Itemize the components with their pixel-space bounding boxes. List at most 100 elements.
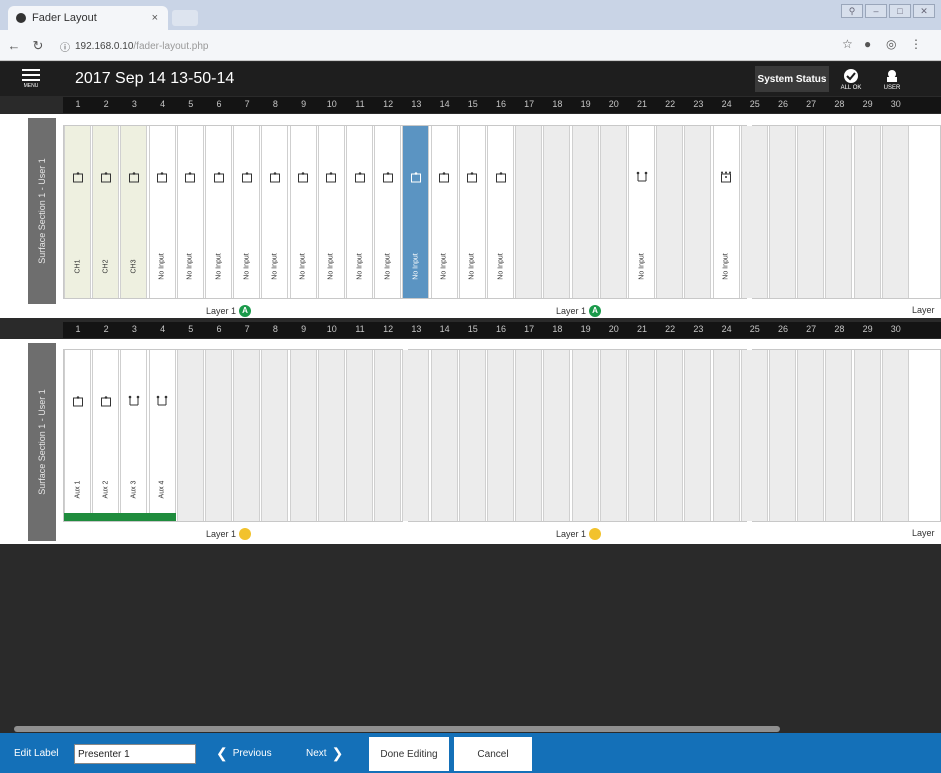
empty-fader-slot[interactable] <box>430 350 458 521</box>
empty-fader-slot[interactable] <box>797 350 825 521</box>
empty-fader-slot[interactable] <box>740 126 768 298</box>
empty-fader-slot[interactable] <box>571 126 599 298</box>
browser-menu-icon[interactable]: ⋮ <box>910 37 922 51</box>
fader-strip-label: No Input <box>215 253 222 280</box>
fader-strip[interactable]: Aux 2 <box>92 350 120 521</box>
address-bar[interactable]: ⓘ 192.168.0.10/fader-layout.php <box>60 36 820 56</box>
fader-strip[interactable]: No Input <box>205 126 232 298</box>
user-button[interactable]: USER <box>872 64 912 94</box>
empty-fader-slot[interactable] <box>656 126 684 298</box>
empty-fader-slot[interactable] <box>205 350 232 521</box>
empty-fader-slot[interactable] <box>712 350 740 521</box>
next-button[interactable]: Next ❯ <box>306 745 343 762</box>
all-ok-button[interactable]: ALL OK <box>834 64 868 94</box>
close-window-icon[interactable]: ✕ <box>913 4 935 18</box>
new-tab-button[interactable] <box>172 10 198 26</box>
empty-fader-slot[interactable] <box>176 350 204 521</box>
fader-strip[interactable]: No Input <box>712 126 740 298</box>
layer-label[interactable]: Layer 1 <box>556 528 602 540</box>
layer-label[interactable]: Layer 1 <box>206 528 252 540</box>
fader-number: 21 <box>636 324 647 334</box>
fader-strip[interactable]: No Input <box>430 126 458 298</box>
fader-strip[interactable]: No Input <box>487 126 514 298</box>
browser-tab[interactable]: Fader Layout × <box>8 6 168 30</box>
section-side-text: Surface Section 1 - User 1 <box>37 389 47 495</box>
system-status-button[interactable]: System Status <box>755 66 829 92</box>
empty-fader-slot[interactable] <box>543 126 571 298</box>
empty-fader-slot[interactable] <box>571 350 599 521</box>
fader-strip[interactable]: No Input <box>317 126 345 298</box>
fader-strip[interactable]: No Input <box>346 126 373 298</box>
empty-fader-slot[interactable] <box>825 350 853 521</box>
reload-icon[interactable]: ↻ <box>28 38 48 54</box>
fader-strip[interactable]: No Input <box>374 126 402 298</box>
back-icon[interactable]: ← <box>4 38 24 53</box>
empty-fader-slot[interactable] <box>458 350 486 521</box>
done-editing-button[interactable]: Done Editing <box>369 737 449 771</box>
cancel-button[interactable]: Cancel <box>454 737 532 771</box>
fader-strip[interactable]: No Input <box>402 126 430 298</box>
fader-strip[interactable]: CH2 <box>92 126 120 298</box>
fader-strip[interactable]: No Input <box>628 126 655 298</box>
empty-fader-slot[interactable] <box>233 350 261 521</box>
empty-fader-slot[interactable] <box>599 350 627 521</box>
fader-strip[interactable]: No Input <box>458 126 486 298</box>
layer-label[interactable]: Layer 1 A <box>556 305 602 317</box>
fader-strip[interactable]: CH1 <box>64 126 91 298</box>
bookmark-star-icon[interactable]: ☆ <box>842 37 853 51</box>
empty-fader-slot[interactable] <box>289 350 317 521</box>
fader-strip[interactable]: No Input <box>261 126 289 298</box>
empty-fader-slot[interactable] <box>684 350 712 521</box>
empty-fader-slot[interactable] <box>684 126 712 298</box>
menu-button[interactable]: MENU <box>0 62 62 96</box>
empty-fader-slot[interactable] <box>317 350 345 521</box>
minimize-icon[interactable]: – <box>865 4 887 18</box>
url-path: /fader-layout.php <box>133 40 209 52</box>
fader-strip-label: Aux 4 <box>158 480 166 499</box>
fader-strip[interactable]: Aux 1 <box>64 350 91 521</box>
layer-label[interactable]: Layer <box>912 528 935 538</box>
empty-fader-slot[interactable] <box>515 126 543 298</box>
fader-strip[interactable]: No Input <box>289 126 317 298</box>
empty-fader-slot[interactable] <box>515 350 543 521</box>
empty-fader-slot[interactable] <box>797 126 825 298</box>
empty-fader-slot[interactable] <box>543 350 571 521</box>
empty-fader-slot[interactable] <box>853 350 881 521</box>
fader-strip[interactable]: No Input <box>233 126 261 298</box>
empty-fader-slot[interactable] <box>487 350 514 521</box>
empty-fader-slot[interactable] <box>769 126 796 298</box>
empty-fader-slot[interactable] <box>881 350 909 521</box>
mono-input-icon <box>184 170 196 183</box>
fader-strip[interactable]: No Input <box>148 126 176 298</box>
extension-check-icon[interactable]: ● <box>864 37 871 51</box>
empty-fader-slot[interactable] <box>656 350 684 521</box>
empty-fader-slot[interactable] <box>402 350 430 521</box>
empty-fader-slot[interactable] <box>374 350 402 521</box>
empty-fader-slot[interactable] <box>825 126 853 298</box>
info-icon[interactable]: ⓘ <box>60 39 70 54</box>
tab-close-icon[interactable]: × <box>152 12 158 24</box>
maximize-icon[interactable]: □ <box>889 4 911 18</box>
empty-fader-slot[interactable] <box>740 350 768 521</box>
empty-fader-slot[interactable] <box>628 350 655 521</box>
horizontal-scrollbar[interactable] <box>14 726 780 732</box>
fader-strip[interactable]: Aux 3 <box>120 350 148 521</box>
empty-fader-slot[interactable] <box>261 350 289 521</box>
user-profile-icon[interactable]: ⚲ <box>841 4 863 18</box>
empty-fader-slot[interactable] <box>853 126 881 298</box>
fader-number: 21 <box>636 99 647 109</box>
empty-fader-slot[interactable] <box>769 350 796 521</box>
empty-fader-slot[interactable] <box>599 126 627 298</box>
fader-strip[interactable]: No Input <box>176 126 204 298</box>
extension-o-icon[interactable]: ◎ <box>886 37 896 51</box>
empty-fader-slot[interactable] <box>881 126 909 298</box>
edit-label-input[interactable] <box>74 744 196 764</box>
layer-label[interactable]: Layer 1 A <box>206 305 252 317</box>
mono-input-icon <box>297 170 309 183</box>
tab-title: Fader Layout <box>32 12 97 24</box>
fader-strip[interactable]: CH3 <box>120 126 148 298</box>
previous-button[interactable]: ❮ Previous <box>216 745 272 762</box>
empty-fader-slot[interactable] <box>346 350 373 521</box>
fader-strip[interactable]: Aux 4 <box>148 350 176 521</box>
layer-label[interactable]: Layer <box>912 305 935 315</box>
